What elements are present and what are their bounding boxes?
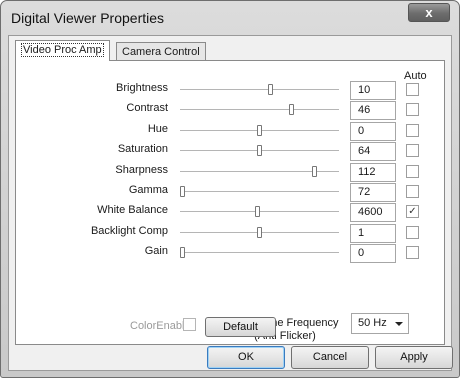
gamma-auto-checkbox[interactable]	[406, 185, 419, 198]
gain-slider-thumb[interactable]	[180, 247, 185, 258]
hue-slider-thumb[interactable]	[257, 125, 262, 136]
brightness-label: Brightness	[116, 82, 168, 94]
brightness-value-field[interactable]: 10	[350, 81, 396, 100]
brightness-slider-track[interactable]	[180, 89, 339, 90]
backlight-comp-label: Backlight Comp	[90, 225, 168, 237]
saturation-slider-thumb[interactable]	[257, 145, 262, 156]
auto-column-header: Auto	[404, 70, 427, 82]
gamma-value-field[interactable]: 72	[350, 183, 396, 202]
saturation-auto-checkbox[interactable]	[406, 144, 419, 157]
hue-value-field[interactable]: 0	[350, 122, 396, 141]
contrast-slider-thumb[interactable]	[289, 104, 294, 115]
powerline-frequency-select[interactable]: 50 Hz	[351, 313, 409, 334]
tab-video-proc-amp[interactable]: Video Proc Amp	[15, 40, 110, 61]
sharpness-value-field[interactable]: 112	[350, 163, 396, 182]
contrast-auto-checkbox[interactable]	[406, 103, 419, 116]
white-balance-slider-thumb[interactable]	[255, 206, 260, 217]
white-balance-auto-checkbox[interactable]: ✓	[406, 205, 419, 218]
backlight-comp-value-field[interactable]: 1	[350, 224, 396, 243]
tab-camera-control-label: Camera Control	[122, 46, 200, 58]
backlight-comp-auto-checkbox[interactable]	[406, 226, 419, 239]
sharpness-label: Sharpness	[115, 164, 168, 176]
brightness-auto-checkbox[interactable]	[406, 83, 419, 96]
default-button[interactable]: Default	[205, 317, 276, 337]
contrast-value-field[interactable]: 46	[350, 101, 396, 120]
gain-value-field[interactable]: 0	[350, 244, 396, 263]
gain-slider-track[interactable]	[180, 252, 339, 253]
brightness-slider-thumb[interactable]	[268, 84, 273, 95]
cancel-button[interactable]: Cancel	[291, 346, 369, 369]
ok-button[interactable]: OK	[207, 346, 285, 369]
chevron-down-icon	[395, 322, 403, 326]
white-balance-label: White Balance	[97, 204, 168, 216]
sharpness-slider-thumb[interactable]	[312, 166, 317, 177]
gain-auto-checkbox[interactable]	[406, 246, 419, 259]
tab-camera-control[interactable]: Camera Control	[116, 42, 206, 61]
close-button[interactable]: x	[408, 3, 450, 22]
title-bar[interactable]: Digital Viewer Properties x	[1, 1, 459, 35]
color-enable-label: ColorEnable	[130, 320, 191, 332]
gamma-label: Gamma	[128, 184, 168, 196]
sharpness-auto-checkbox[interactable]	[406, 165, 419, 178]
backlight-comp-slider-thumb[interactable]	[257, 227, 262, 238]
hue-auto-checkbox[interactable]	[406, 124, 419, 137]
hue-label: Hue	[147, 123, 168, 135]
apply-button[interactable]: Apply	[375, 346, 453, 369]
color-enable-checkbox	[183, 318, 196, 331]
white-balance-value-field[interactable]: 4600	[350, 203, 396, 222]
properties-window: Digital Viewer Properties x Video Proc A…	[0, 0, 460, 378]
contrast-label: Contrast	[126, 102, 168, 114]
dialog-client-area: Video Proc Amp Camera Control Auto Brigh…	[8, 35, 452, 371]
gamma-slider-track[interactable]	[180, 191, 339, 192]
saturation-value-field[interactable]: 64	[350, 142, 396, 161]
saturation-label: Saturation	[117, 143, 168, 155]
window-title: Digital Viewer Properties	[11, 10, 165, 26]
tab-video-proc-amp-label: Video Proc Amp	[21, 43, 104, 57]
contrast-slider-track[interactable]	[180, 109, 339, 110]
powerline-selected-value: 50 Hz	[358, 317, 387, 329]
gain-label: Gain	[144, 245, 168, 257]
gamma-slider-thumb[interactable]	[180, 186, 185, 197]
